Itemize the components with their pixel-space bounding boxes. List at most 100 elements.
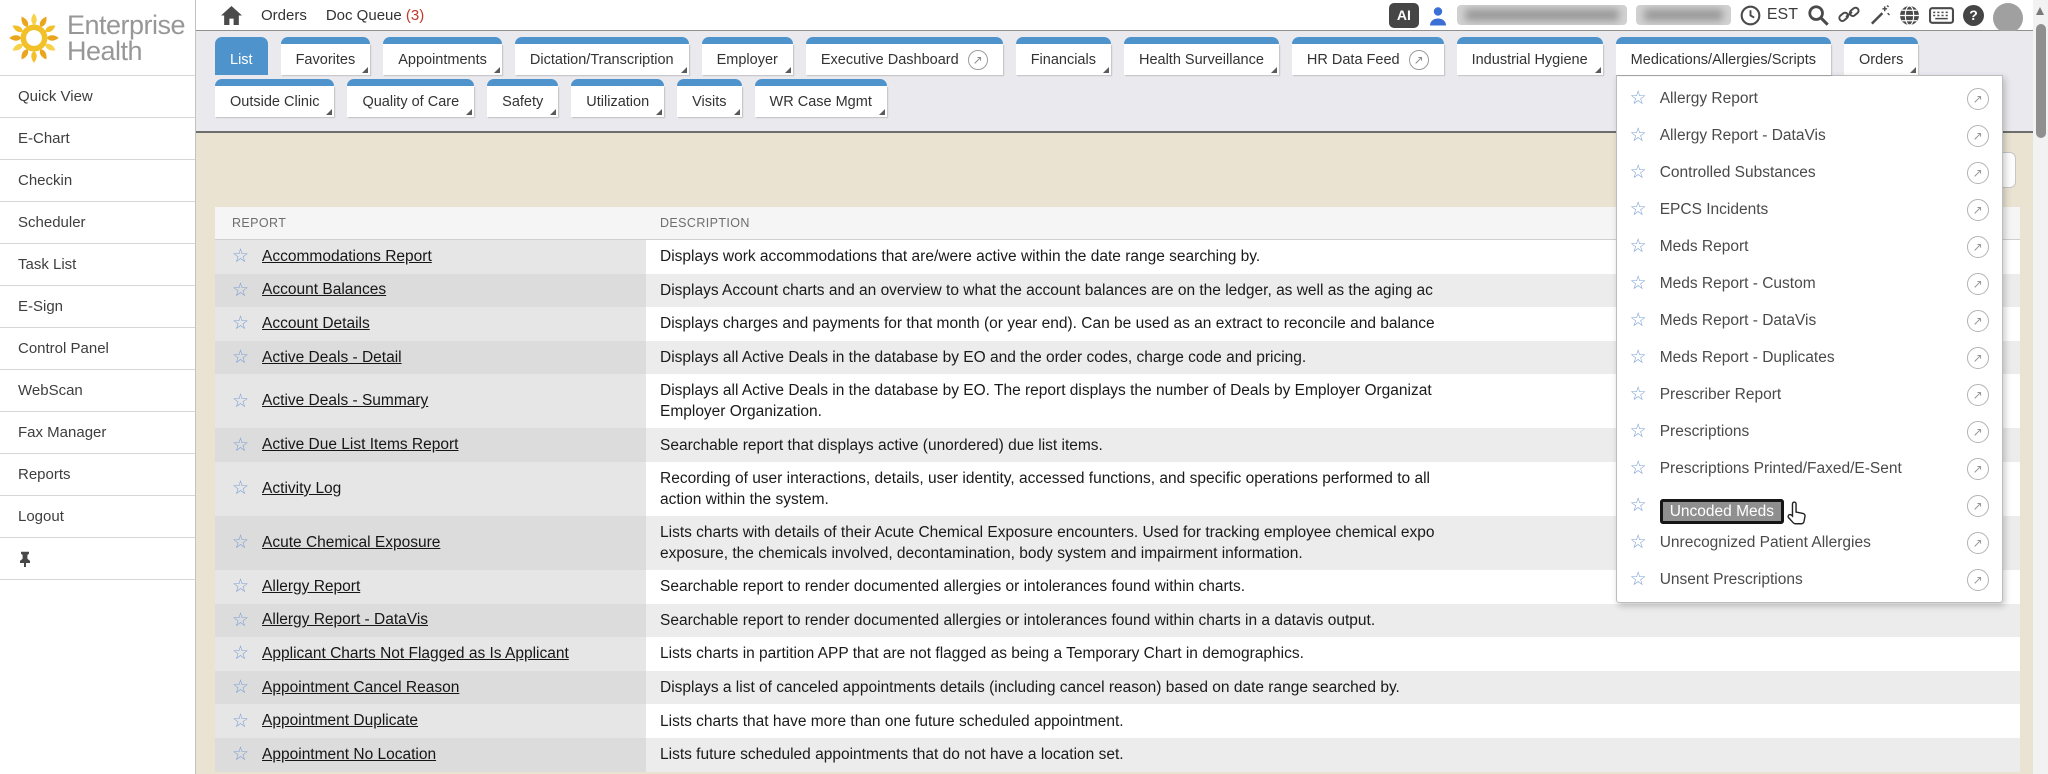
sidebar-item-e-chart[interactable]: E-Chart [0, 118, 195, 160]
report-link[interactable]: Account Balances [262, 281, 386, 299]
open-in-new-icon[interactable]: ↗ [1967, 532, 1989, 554]
favorite-star-icon[interactable]: ☆ [232, 678, 249, 697]
dropdown-item-meds-report-datavis[interactable]: ☆ Meds Report - DataVis ↗ [1617, 302, 2002, 339]
open-in-new-icon[interactable]: ↗ [1967, 384, 1989, 406]
sidebar-item-fax-manager[interactable]: Fax Manager [0, 412, 195, 454]
tab-orders[interactable]: Orders [1844, 37, 1918, 75]
user-icon[interactable] [1428, 5, 1448, 26]
sidebar-item-checkin[interactable]: Checkin [0, 160, 195, 202]
dropdown-item-unrecognized-patient-allergies[interactable]: ☆ Unrecognized Patient Allergies ↗ [1617, 524, 2002, 561]
dropdown-item-prescriptions[interactable]: ☆ Prescriptions ↗ [1617, 413, 2002, 450]
tab-medications-allergies-scripts[interactable]: Medications/Allergies/Scripts ☆ Allergy … [1616, 37, 1831, 75]
dropdown-item-prescriptions-printed-faxed-e-sent[interactable]: ☆ Prescriptions Printed/Faxed/E-Sent ↗ [1617, 450, 2002, 487]
globe-icon[interactable] [1899, 5, 1920, 26]
favorite-star-icon[interactable]: ☆ [1630, 533, 1647, 552]
favorite-star-icon[interactable]: ☆ [232, 745, 249, 764]
tab-appointments[interactable]: Appointments [383, 37, 502, 75]
dropdown-item-meds-report-duplicates[interactable]: ☆ Meds Report - Duplicates ↗ [1617, 339, 2002, 376]
favorite-star-icon[interactable]: ☆ [232, 611, 249, 630]
report-link[interactable]: Allergy Report [262, 578, 360, 596]
open-in-new-icon[interactable]: ↗ [1967, 458, 1989, 480]
favorite-star-icon[interactable]: ☆ [1630, 459, 1647, 478]
favorite-star-icon[interactable]: ☆ [1630, 311, 1647, 330]
favorite-star-icon[interactable]: ☆ [1630, 348, 1647, 367]
favorite-star-icon[interactable]: ☆ [232, 479, 249, 498]
favorite-star-icon[interactable]: ☆ [232, 533, 249, 552]
report-link[interactable]: Appointment No Location [262, 746, 436, 764]
favorite-star-icon[interactable]: ☆ [1630, 89, 1647, 108]
sidebar-item-webscan[interactable]: WebScan [0, 370, 195, 412]
favorite-star-icon[interactable]: ☆ [1630, 496, 1647, 515]
favorite-star-icon[interactable]: ☆ [1630, 385, 1647, 404]
favorite-star-icon[interactable]: ☆ [1630, 274, 1647, 293]
report-link[interactable]: Appointment Cancel Reason [262, 679, 459, 697]
open-in-new-icon[interactable]: ↗ [968, 50, 988, 70]
open-in-new-icon[interactable]: ↗ [1967, 199, 1989, 221]
dropdown-item-allergy-report-datavis[interactable]: ☆ Allergy Report - DataVis ↗ [1617, 117, 2002, 154]
search-icon[interactable] [1807, 4, 1829, 26]
tab-health-surveillance[interactable]: Health Surveillance [1124, 37, 1279, 75]
favorite-star-icon[interactable]: ☆ [1630, 126, 1647, 145]
open-in-new-icon[interactable]: ↗ [1967, 236, 1989, 258]
dropdown-item-epcs-incidents[interactable]: ☆ EPCS Incidents ↗ [1617, 191, 2002, 228]
tab-safety[interactable]: Safety [487, 79, 558, 117]
tab-visits[interactable]: Visits [677, 79, 741, 117]
dropdown-item-meds-report-custom[interactable]: ☆ Meds Report - Custom ↗ [1617, 265, 2002, 302]
tab-dictation-transcription[interactable]: Dictation/Transcription [515, 37, 689, 75]
tab-financials[interactable]: Financials [1016, 37, 1111, 75]
favorite-star-icon[interactable]: ☆ [232, 436, 249, 455]
wand-icon[interactable] [1869, 5, 1890, 26]
favorite-star-icon[interactable]: ☆ [232, 644, 249, 663]
sidebar-item-e-sign[interactable]: E-Sign [0, 286, 195, 328]
report-link[interactable]: Accommodations Report [262, 248, 432, 266]
sidebar-pin-row[interactable] [0, 538, 195, 580]
dropdown-item-controlled-substances[interactable]: ☆ Controlled Substances ↗ [1617, 154, 2002, 191]
favorite-star-icon[interactable]: ☆ [232, 577, 249, 596]
sidebar-item-control-panel[interactable]: Control Panel [0, 328, 195, 370]
open-in-new-icon[interactable]: ↗ [1967, 88, 1989, 110]
open-in-new-icon[interactable]: ↗ [1967, 569, 1989, 591]
report-link[interactable]: Active Due List Items Report [262, 436, 458, 454]
dropdown-item-prescriber-report[interactable]: ☆ Prescriber Report ↗ [1617, 376, 2002, 413]
home-icon[interactable] [221, 6, 242, 25]
report-link[interactable]: Active Deals - Detail [262, 349, 402, 367]
tab-outside-clinic[interactable]: Outside Clinic [215, 79, 334, 117]
open-in-new-icon[interactable]: ↗ [1967, 125, 1989, 147]
report-link[interactable]: Active Deals - Summary [262, 392, 428, 410]
tab-executive-dashboard[interactable]: Executive Dashboard↗ [806, 37, 1003, 75]
favorite-star-icon[interactable]: ☆ [232, 392, 249, 411]
tab-wr-case-mgmt[interactable]: WR Case Mgmt [755, 79, 887, 117]
tab-favorites[interactable]: Favorites [281, 37, 371, 75]
favorite-star-icon[interactable]: ☆ [232, 281, 249, 300]
sidebar-item-reports[interactable]: Reports [0, 454, 195, 496]
ai-badge[interactable]: AI [1389, 3, 1419, 28]
favorite-star-icon[interactable]: ☆ [1630, 163, 1647, 182]
favorite-star-icon[interactable]: ☆ [232, 247, 249, 266]
sidebar-item-quick-view[interactable]: Quick View [0, 76, 195, 118]
avatar[interactable] [1993, 3, 2023, 33]
doc-queue-link[interactable]: Doc Queue (3) [326, 7, 424, 24]
favorite-star-icon[interactable]: ☆ [1630, 570, 1647, 589]
sidebar-item-task-list[interactable]: Task List [0, 244, 195, 286]
keyboard-icon[interactable] [1929, 7, 1954, 24]
open-in-new-icon[interactable]: ↗ [1967, 273, 1989, 295]
report-link[interactable]: Applicant Charts Not Flagged as Is Appli… [262, 645, 569, 663]
tab-utilization[interactable]: Utilization [571, 79, 664, 117]
report-link[interactable]: Activity Log [262, 480, 341, 498]
dropdown-item-meds-report[interactable]: ☆ Meds Report ↗ [1617, 228, 2002, 265]
open-in-new-icon[interactable]: ↗ [1967, 421, 1989, 443]
open-in-new-icon[interactable]: ↗ [1409, 50, 1429, 70]
report-link[interactable]: Account Details [262, 315, 370, 333]
favorite-star-icon[interactable]: ☆ [232, 348, 249, 367]
dropdown-item-unsent-prescriptions[interactable]: ☆ Unsent Prescriptions ↗ [1617, 561, 2002, 598]
help-icon[interactable]: ? [1963, 5, 1984, 26]
open-in-new-icon[interactable]: ↗ [1967, 162, 1989, 184]
tab-hr-data-feed[interactable]: HR Data Feed↗ [1292, 37, 1444, 75]
tab-employer[interactable]: Employer [702, 37, 793, 75]
report-link[interactable]: Allergy Report - DataVis [262, 611, 428, 629]
orders-link[interactable]: Orders [261, 7, 307, 24]
scroll-up-arrow-icon[interactable] [2036, 7, 2044, 15]
dropdown-item-uncoded-meds[interactable]: ☆ Uncoded Meds ↗ [1617, 487, 2002, 524]
open-in-new-icon[interactable]: ↗ [1967, 495, 1989, 517]
link-icon[interactable] [1838, 5, 1860, 25]
